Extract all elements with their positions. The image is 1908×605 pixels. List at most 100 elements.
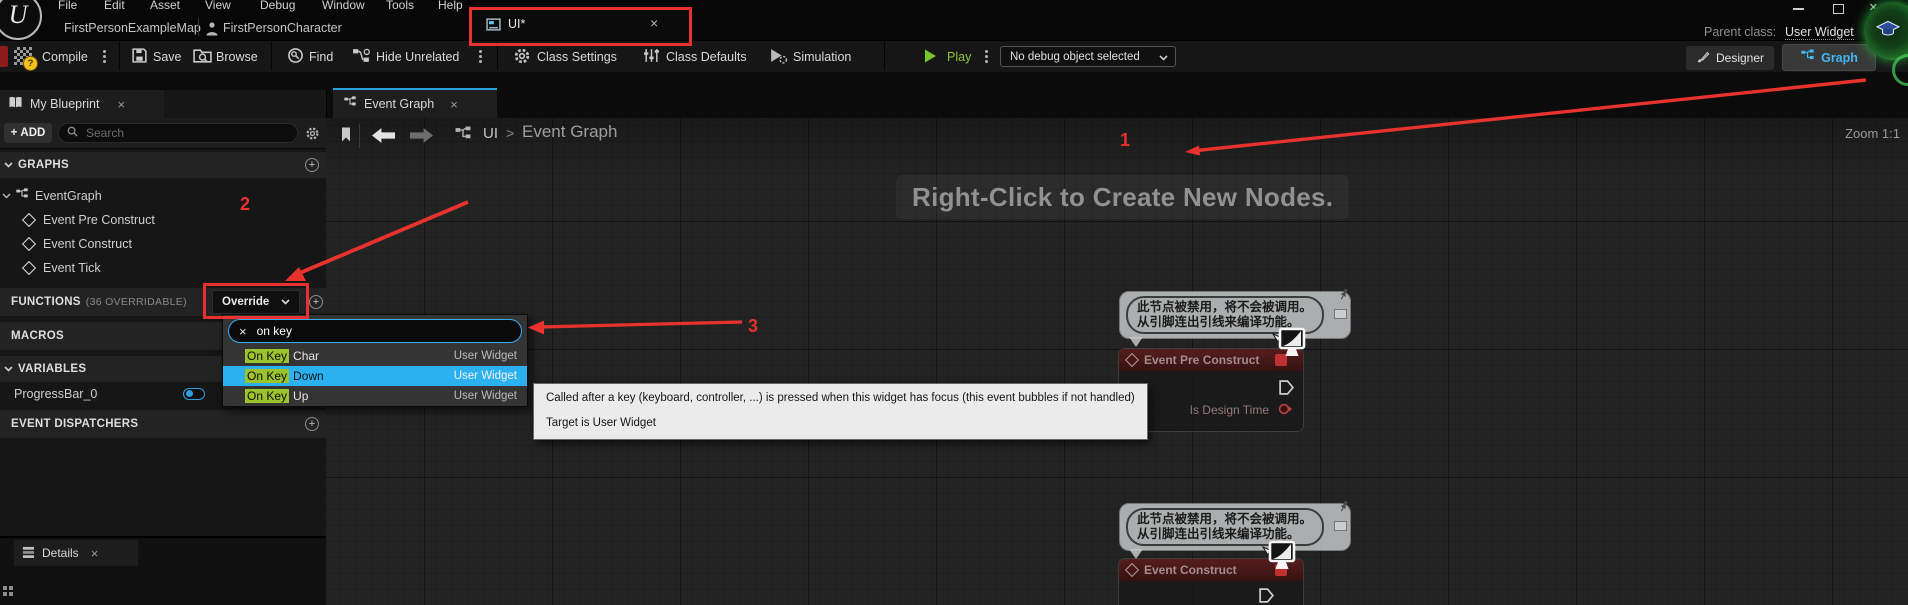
menu-edit[interactable]: Edit (104, 0, 125, 12)
exec-pin-icon[interactable] (1278, 379, 1295, 401)
details-tab[interactable]: Details × (14, 540, 138, 566)
details-tab-label: Details (42, 546, 79, 560)
breadcrumb-root[interactable]: UI (483, 125, 498, 142)
designer-icon (1696, 50, 1710, 67)
hide-unrelated-options-icon[interactable] (479, 50, 482, 53)
search-icon (67, 124, 78, 142)
toolbar-divider (497, 42, 498, 70)
compile-options-icon[interactable] (103, 50, 106, 53)
event-graph-tab[interactable]: Event Graph × (333, 88, 497, 118)
chevron-down-icon (4, 366, 13, 372)
menu-tools[interactable]: Tools (386, 0, 414, 12)
tree-item-event-pre-construct[interactable]: Event Pre Construct (0, 208, 350, 232)
details-icon (22, 546, 35, 561)
chevron-down-icon[interactable] (2, 193, 11, 199)
parent-class-label: Parent class: (1704, 25, 1776, 39)
parent-class-link[interactable]: User Widget (1785, 25, 1854, 40)
search-settings-gear-icon[interactable] (305, 126, 320, 146)
simulation-icon (769, 47, 788, 69)
find-icon (287, 47, 304, 69)
toggle-knob (186, 390, 193, 397)
minimize-button[interactable] (1793, 8, 1804, 10)
class-defaults-button[interactable]: Class Defaults (666, 50, 747, 64)
my-blueprint-tab-label: My Blueprint (30, 97, 99, 111)
bookmark-icon[interactable] (340, 126, 352, 148)
mouse-cursor-icon (1260, 539, 1298, 580)
add-button[interactable]: + ADD (4, 123, 52, 143)
close-icon[interactable]: × (450, 97, 458, 112)
event-graph-canvas[interactable]: UI > Event Graph Zoom 1:1 Right-Click to… (326, 118, 1908, 605)
event-dispatchers-section-header[interactable]: EVENT DISPATCHERS (0, 410, 326, 438)
tree-item-event-construct[interactable]: Event Construct (0, 232, 350, 256)
pushpin-icon[interactable] (1334, 498, 1351, 519)
toolbar-divider (271, 42, 272, 70)
my-blueprint-tab[interactable]: My Blueprint × (0, 90, 164, 118)
graph-icon (343, 96, 357, 112)
chevron-down-icon (4, 162, 13, 168)
clear-search-icon[interactable]: × (239, 324, 247, 339)
restore-button[interactable] (1833, 4, 1844, 14)
graphs-section-header[interactable]: GRAPHS (0, 152, 326, 178)
compile-unknown-badge: ? (23, 56, 38, 71)
menu-asset[interactable]: Asset (150, 0, 180, 12)
event-node-icon (1125, 353, 1139, 367)
menu-file[interactable]: File (58, 0, 77, 12)
variable-visibility-toggle[interactable] (183, 388, 205, 400)
menu-window[interactable]: Window (322, 0, 365, 12)
debug-object-dropdown[interactable]: No debug object selected (1000, 46, 1176, 67)
toolbar-divider (119, 42, 120, 70)
compile-button[interactable]: Compile (42, 50, 88, 64)
tab-separator (198, 18, 199, 36)
annotation-box-override (203, 283, 309, 319)
play-options-icon[interactable] (985, 50, 988, 53)
menu-help[interactable]: Help (438, 0, 463, 12)
menu-view[interactable]: View (205, 0, 231, 12)
app-edge-chip (0, 46, 8, 67)
breadcrumb-current: Event Graph (522, 122, 617, 142)
close-icon[interactable]: × (91, 546, 99, 561)
add-graph-icon[interactable]: + (305, 158, 319, 172)
asset-tab-firstpersonexamplemap[interactable]: FirstPersonExampleMap (64, 21, 201, 35)
popup-item-on-key-down[interactable]: On Key Down User Widget (223, 366, 527, 386)
nav-back-icon[interactable] (372, 128, 395, 148)
tooltip-description: Called after a key (keyboard, controller… (546, 392, 1135, 404)
class-settings-button[interactable]: Class Settings (537, 50, 617, 64)
asset-tab-firstpersoncharacter[interactable]: FirstPersonCharacter (223, 21, 342, 35)
find-button[interactable]: Find (309, 50, 333, 64)
hide-unrelated-button[interactable]: Hide Unrelated (376, 50, 459, 64)
tree-item-eventgraph[interactable]: EventGraph (0, 184, 326, 208)
panel-corner-grip-icon (3, 586, 7, 590)
add-function-icon[interactable]: + (309, 295, 323, 309)
add-dispatcher-icon[interactable]: + (305, 417, 319, 431)
graph-mode-button[interactable]: Graph (1782, 44, 1876, 71)
simulation-button[interactable]: Simulation (793, 50, 851, 64)
breadcrumb-divider (359, 124, 360, 148)
popup-item-on-key-char[interactable]: On Key Char User Widget (223, 346, 527, 366)
tree-item-event-tick[interactable]: Event Tick (0, 256, 350, 280)
override-search-box[interactable]: × (228, 319, 522, 343)
search-input[interactable] (84, 125, 248, 141)
popup-item-on-key-up[interactable]: On Key Up User Widget (223, 386, 527, 406)
save-button[interactable]: Save (153, 50, 182, 64)
close-icon[interactable]: × (117, 97, 125, 112)
override-search-input[interactable] (255, 323, 469, 339)
bool-pin-icon[interactable] (1278, 402, 1293, 421)
save-icon (131, 47, 148, 69)
event-node-icon (22, 261, 36, 275)
character-icon (206, 21, 218, 41)
menu-debug[interactable]: Debug (260, 0, 295, 12)
nav-forward-icon[interactable] (410, 128, 433, 148)
browse-icon (193, 47, 212, 69)
browse-button[interactable]: Browse (216, 50, 258, 64)
graduation-cap-icon (1876, 20, 1900, 43)
pushpin-icon[interactable] (1334, 286, 1351, 307)
designer-mode-button[interactable]: Designer (1686, 46, 1774, 70)
breadcrumb-separator: > (506, 125, 514, 141)
my-blueprint-search[interactable] (58, 123, 298, 143)
event-graph-tab-label: Event Graph (364, 97, 434, 111)
function-tooltip: Called after a key (keyboard, controller… (533, 383, 1148, 440)
blueprint-book-icon (8, 96, 23, 112)
event-node-icon (22, 237, 36, 251)
play-button[interactable]: Play (947, 50, 971, 64)
exec-pin-icon[interactable] (1258, 587, 1275, 605)
